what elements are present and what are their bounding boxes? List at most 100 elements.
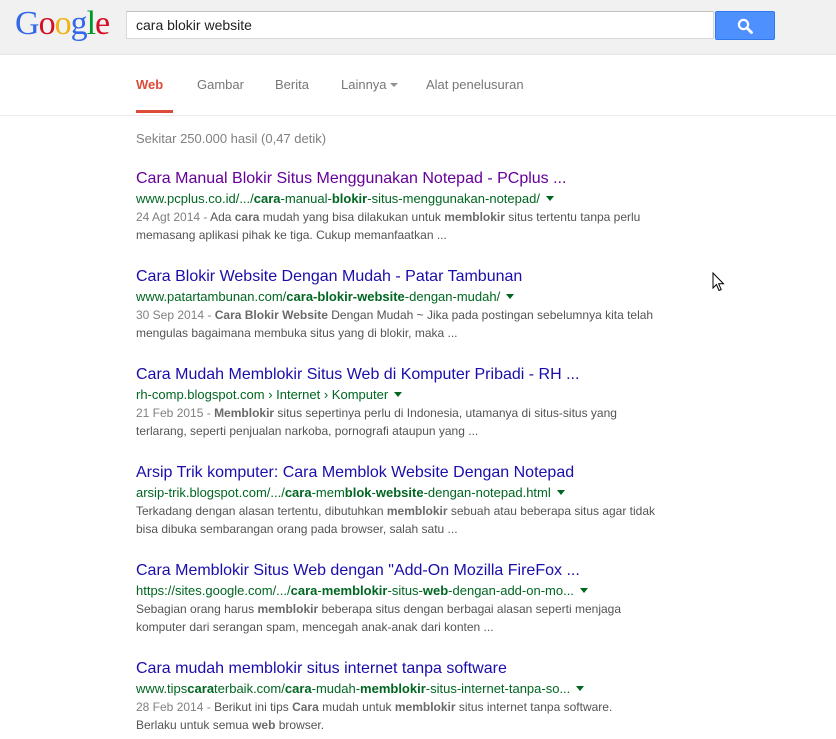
url-segment: memblokir: [360, 681, 426, 696]
result-snippet: 28 Feb 2014 - Berikut ini tips Cara muda…: [136, 698, 656, 734]
tab-web[interactable]: Web: [136, 77, 163, 92]
url-segment: www.patartambunan.com/: [136, 289, 287, 304]
url-segment: -situs-: [387, 583, 423, 598]
snippet-segment: memblokir: [444, 210, 505, 224]
search-result: Cara Memblokir Situs Web dengan "Add-On …: [136, 560, 656, 636]
search-result: Arsip Trik komputer: Cara Memblok Websit…: [136, 462, 656, 538]
top-bar: Google cara blokir website: [0, 0, 836, 55]
url-segment: www.tips: [136, 681, 188, 696]
logo-letter: l: [86, 5, 97, 42]
search-result: Cara Manual Blokir Situs Menggunakan Not…: [136, 168, 656, 244]
url-segment: -dengan-notepad.html: [423, 485, 551, 500]
url-menu-caret-icon[interactable]: [506, 294, 515, 299]
url-segment: -dengan-mudah/: [404, 289, 501, 304]
result-title-link[interactable]: Arsip Trik komputer: Cara Memblok Websit…: [136, 462, 656, 484]
result-snippet: 30 Sep 2014 - Cara Blokir Website Dengan…: [136, 306, 656, 342]
snippet-segment: mudah untuk: [318, 700, 395, 714]
url-menu-caret-icon[interactable]: [576, 686, 585, 691]
result-snippet: 24 Agt 2014 - Ada cara mudah yang bisa d…: [136, 208, 656, 244]
tab-lainnya-label: Lainnya: [341, 77, 387, 92]
url-segment: cara: [187, 681, 215, 696]
result-url: https://sites.google.com/.../cara-memblo…: [136, 582, 656, 600]
url-segment: cara: [253, 191, 281, 206]
result-url: arsip-trik.blogspot.com/.../cara-memblok…: [136, 484, 656, 502]
url-segment: https://sites.google.com/.../: [136, 583, 291, 598]
url-segment: -mudah-: [311, 681, 361, 696]
chevron-down-icon: [389, 83, 398, 87]
result-stats: Sekitar 250.000 hasil (0,47 detik): [136, 131, 327, 146]
logo-letter: g: [70, 5, 88, 42]
url-segment: -mem: [311, 485, 345, 500]
url-segment: blok: [344, 485, 372, 500]
url-segment: website: [375, 485, 424, 500]
snippet-segment: web: [252, 718, 276, 732]
snippet-segment: Cara Blokir Website: [214, 308, 328, 322]
result-title-link[interactable]: Cara Manual Blokir Situs Menggunakan Not…: [136, 168, 656, 190]
result-url: www.pcplus.co.id/.../cara-manual-blokir-…: [136, 190, 656, 208]
logo-letter: e: [95, 5, 110, 42]
tab-berita[interactable]: Berita: [275, 77, 309, 92]
search-button[interactable]: [715, 11, 775, 40]
result-title-link[interactable]: Cara Blokir Website Dengan Mudah - Patar…: [136, 266, 656, 288]
search-input[interactable]: cara blokir website: [126, 11, 714, 39]
snippet-segment: Ada: [210, 210, 235, 224]
url-segment: cara-blokir-website: [286, 289, 405, 304]
url-segment: memblokir: [321, 583, 388, 598]
google-logo[interactable]: Google: [15, 4, 110, 44]
url-menu-caret-icon[interactable]: [394, 392, 403, 397]
result-snippet: Sebagian orang harus memblokir beberapa …: [136, 600, 656, 636]
logo-letter: o: [54, 5, 72, 42]
logo-letter: o: [38, 5, 56, 42]
result-date: 21 Feb 2015 -: [136, 406, 215, 420]
url-segment: cara: [290, 583, 318, 598]
snippet-segment: Cara: [292, 700, 319, 714]
snippet-segment: Berikut ini tips: [214, 700, 293, 714]
result-url: www.patartambunan.com/cara-blokir-websit…: [136, 288, 656, 306]
url-segment: -manual-: [280, 191, 332, 206]
snippet-segment: memblokir: [257, 602, 319, 616]
result-title-link[interactable]: Cara Memblokir Situs Web dengan "Add-On …: [136, 560, 656, 582]
snippet-segment: memblokir: [386, 504, 448, 518]
tab-gambar[interactable]: Gambar: [197, 77, 244, 92]
url-segment: arsip-trik.blogspot.com/.../: [136, 485, 285, 500]
url-menu-caret-icon[interactable]: [556, 490, 565, 495]
search-result: Cara Blokir Website Dengan Mudah - Patar…: [136, 266, 656, 342]
result-date: 24 Agt 2014 -: [136, 210, 211, 224]
result-snippet: Terkadang dengan alasan tertentu, dibutu…: [136, 502, 656, 538]
result-title-link[interactable]: Cara Mudah Memblokir Situs Web di Komput…: [136, 364, 656, 386]
snippet-segment: Memblokir: [214, 406, 275, 420]
result-url: www.tipscaraterbaik.com/cara-mudah-membl…: [136, 680, 656, 698]
search-nav: Web Gambar Berita Lainnya Alat penelusur…: [0, 55, 836, 116]
url-segment: blokir: [331, 191, 368, 206]
snippet-segment: mudah yang bisa dilakukan untuk: [259, 210, 445, 224]
url-segment: -situs-internet-tanpa-so...: [425, 681, 571, 696]
snippet-segment: Sebagian orang harus: [136, 602, 258, 616]
snippet-segment: cara: [234, 210, 260, 224]
active-tab-indicator: [136, 110, 173, 113]
search-result: Cara mudah memblokir situs internet tanp…: [136, 658, 656, 734]
result-date: 28 Feb 2014 -: [136, 700, 215, 714]
tab-lainnya[interactable]: Lainnya: [341, 77, 398, 92]
url-segment: rh-comp.blogspot.com › Internet › Komput…: [136, 387, 389, 402]
mouse-cursor-icon: [712, 272, 725, 292]
url-segment: -situs-menggunakan-notepad/: [367, 191, 540, 206]
url-segment: cara: [284, 485, 312, 500]
url-segment: www.pcplus.co.id/.../: [136, 191, 254, 206]
result-url: rh-comp.blogspot.com › Internet › Komput…: [136, 386, 656, 404]
snippet-segment: browser.: [275, 718, 325, 732]
result-snippet: 21 Feb 2015 - Memblokir situs sepertinya…: [136, 404, 656, 440]
snippet-segment: Terkadang dengan alasan tertentu, dibutu…: [136, 504, 387, 518]
tab-alat-penelusuran[interactable]: Alat penelusuran: [426, 77, 524, 92]
url-segment: web: [422, 583, 449, 598]
url-segment: cara: [284, 681, 312, 696]
logo-letter: G: [15, 5, 40, 42]
search-icon: [737, 18, 753, 34]
url-segment: terbaik.com/: [214, 681, 285, 696]
url-segment: -dengan-add-on-mo...: [448, 583, 574, 598]
search-result: Cara Mudah Memblokir Situs Web di Komput…: [136, 364, 656, 440]
result-date: 30 Sep 2014 -: [136, 308, 215, 322]
url-menu-caret-icon[interactable]: [579, 588, 588, 593]
url-menu-caret-icon[interactable]: [545, 196, 554, 201]
result-title-link[interactable]: Cara mudah memblokir situs internet tanp…: [136, 658, 656, 680]
snippet-segment: memblokir: [394, 700, 456, 714]
